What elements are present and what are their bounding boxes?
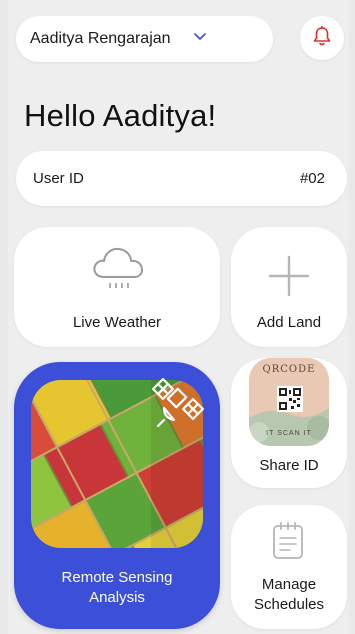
chevron-down-icon bbox=[193, 29, 207, 47]
user-id-label: User ID bbox=[33, 170, 84, 187]
plus-icon bbox=[268, 255, 310, 301]
manage-schedules-tile[interactable]: Manage Schedules bbox=[231, 505, 347, 629]
live-weather-tile[interactable]: Live Weather bbox=[14, 227, 220, 347]
qr-caption-top: QRCODE bbox=[262, 364, 316, 375]
user-selector[interactable]: Aaditya Rengarajan bbox=[16, 16, 273, 62]
greeting-title: Hello Aaditya! bbox=[24, 98, 217, 133]
qr-caption-bottom: IT SCAN IT bbox=[266, 430, 312, 437]
remote-sensing-tile[interactable]: Remote Sensing Analysis bbox=[14, 362, 220, 629]
qr-code-image: QRCODE IT SCAN IT bbox=[249, 358, 329, 446]
manage-schedules-label-line2: Schedules bbox=[253, 596, 325, 613]
add-land-tile[interactable]: Add Land bbox=[231, 227, 347, 347]
share-id-tile[interactable]: QRCODE IT SCAN IT Share ID bbox=[231, 358, 347, 488]
remote-sensing-label: Remote Sensing Analysis bbox=[14, 568, 220, 608]
share-id-label: Share ID bbox=[259, 457, 319, 474]
remote-sensing-label-line1: Remote Sensing bbox=[61, 569, 173, 586]
live-weather-label: Live Weather bbox=[72, 314, 162, 331]
cloud-rain-icon bbox=[90, 243, 146, 297]
user-name: Aaditya Rengarajan bbox=[30, 30, 171, 47]
notifications-button[interactable] bbox=[300, 16, 344, 60]
user-id-bar: User ID #02 bbox=[16, 151, 347, 206]
notepad-icon bbox=[271, 521, 305, 567]
add-land-label: Add Land bbox=[256, 314, 322, 331]
manage-schedules-label-line1: Manage bbox=[261, 576, 317, 593]
remote-sensing-label-line2: Analysis bbox=[89, 589, 145, 606]
bell-icon bbox=[312, 25, 332, 52]
manage-schedules-label: Manage Schedules bbox=[254, 575, 324, 615]
satellite-icon bbox=[150, 376, 210, 439]
user-id-value: #02 bbox=[299, 170, 325, 187]
